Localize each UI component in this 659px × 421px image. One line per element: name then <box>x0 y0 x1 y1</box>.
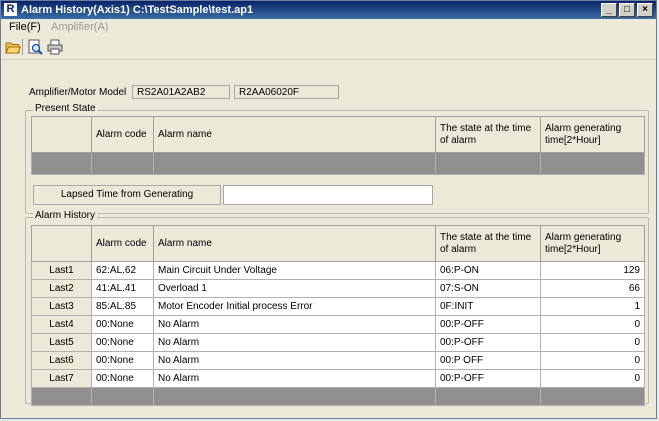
alarm-time-cell: 0 <box>540 315 645 334</box>
table-row[interactable]: Last3 85:AL.85 Motor Encoder Initial pro… <box>31 297 645 316</box>
alarm-state-cell: 00:P OFF <box>435 351 541 370</box>
history-header-name[interactable]: Alarm name <box>153 225 436 262</box>
table-row[interactable]: Last5 00:None No Alarm 00:P-OFF 0 <box>31 333 645 352</box>
alarm-time-cell: 66 <box>540 279 645 298</box>
present-header-code[interactable]: Alarm code <box>91 116 154 153</box>
present-header-rowlabel <box>31 116 92 153</box>
alarm-state-cell: 07:S-ON <box>435 279 541 298</box>
row-label: Last1 <box>31 261 92 280</box>
lapsed-time-label: Lapsed Time from Generating <box>33 185 221 205</box>
alarm-time-cell: 0 <box>540 333 645 352</box>
table-row[interactable]: Last6 00:None No Alarm 00:P OFF 0 <box>31 351 645 370</box>
table-row[interactable]: Last1 62:AL.62 Main Circuit Under Voltag… <box>31 261 645 280</box>
present-header-name[interactable]: Alarm name <box>153 116 436 153</box>
table-row[interactable]: Last2 41:AL.41 Overload 1 07:S-ON 66 <box>31 279 645 298</box>
alarm-state-cell: 00:P-OFF <box>435 369 541 388</box>
alarm-code-cell: 00:None <box>91 369 154 388</box>
content-area: Amplifier/Motor Model RS2A01A2AB2 R2AA06… <box>1 60 656 418</box>
row-label: Last5 <box>31 333 92 352</box>
title-bar[interactable]: R Alarm History(Axis1) C:\TestSample\tes… <box>1 1 656 19</box>
toolbar-separator <box>22 39 23 55</box>
row-label: Last7 <box>31 369 92 388</box>
menu-amplifier[interactable]: Amplifier(A) <box>51 20 108 34</box>
open-folder-icon[interactable] <box>5 39 21 55</box>
minimize-button[interactable]: _ <box>601 3 617 17</box>
alarm-name-cell: No Alarm <box>153 333 436 352</box>
alarm-history-window: R Alarm History(Axis1) C:\TestSample\tes… <box>0 0 657 419</box>
alarm-name-cell: Main Circuit Under Voltage <box>153 261 436 280</box>
present-header-time[interactable]: Alarm generating time[2*Hour] <box>540 116 645 153</box>
row-label: Last3 <box>31 297 92 316</box>
alarm-state-cell: 00:P-OFF <box>435 333 541 352</box>
alarm-code-cell: 00:None <box>91 351 154 370</box>
menu-file[interactable]: File(F) <box>9 20 41 34</box>
alarm-state-cell: 00:P-OFF <box>435 315 541 334</box>
present-state-table: Alarm code Alarm name The state at the t… <box>31 116 645 175</box>
maximize-button[interactable]: □ <box>619 3 635 17</box>
alarm-code-cell: 41:AL.41 <box>91 279 154 298</box>
history-header-time[interactable]: Alarm generating time[2*Hour] <box>540 225 645 262</box>
motor-model-field: R2AA06020F <box>234 85 339 99</box>
alarm-name-cell: Motor Encoder Initial process Error <box>153 297 436 316</box>
alarm-state-cell: 0F:INIT <box>435 297 541 316</box>
toolbar <box>1 35 656 60</box>
alarm-time-cell: 0 <box>540 351 645 370</box>
present-state-empty-row <box>31 152 645 175</box>
row-label: Last6 <box>31 351 92 370</box>
alarm-code-cell: 85:AL.85 <box>91 297 154 316</box>
history-header-rowlabel <box>31 225 92 262</box>
alarm-code-cell: 00:None <box>91 315 154 334</box>
menu-bar: File(F) Amplifier(A) <box>1 19 656 35</box>
alarm-name-cell: No Alarm <box>153 351 436 370</box>
window-title: Alarm History(Axis1) C:\TestSample\test.… <box>21 4 254 16</box>
alarm-name-cell: Overload 1 <box>153 279 436 298</box>
history-empty-row <box>31 387 645 406</box>
table-row[interactable]: Last7 00:None No Alarm 00:P-OFF 0 <box>31 369 645 388</box>
print-preview-icon[interactable] <box>27 39 43 55</box>
close-button[interactable]: × <box>637 3 653 17</box>
present-header-state[interactable]: The state at the time of alarm <box>435 116 541 153</box>
alarm-code-cell: 00:None <box>91 333 154 352</box>
alarm-name-cell: No Alarm <box>153 315 436 334</box>
alarm-name-cell: No Alarm <box>153 369 436 388</box>
alarm-time-cell: 1 <box>540 297 645 316</box>
history-header-state[interactable]: The state at the time of alarm <box>435 225 541 262</box>
alarm-state-cell: 06:P-ON <box>435 261 541 280</box>
alarm-history-legend: Alarm History <box>33 210 98 222</box>
alarm-code-cell: 62:AL.62 <box>91 261 154 280</box>
row-label: Last4 <box>31 315 92 334</box>
app-icon[interactable]: R <box>4 3 17 16</box>
row-label: Last2 <box>31 279 92 298</box>
history-header-code[interactable]: Alarm code <box>91 225 154 262</box>
lapsed-time-field <box>223 185 433 205</box>
alarm-time-cell: 129 <box>540 261 645 280</box>
print-icon[interactable] <box>47 39 63 55</box>
table-row[interactable]: Last4 00:None No Alarm 00:P-OFF 0 <box>31 315 645 334</box>
alarm-time-cell: 0 <box>540 369 645 388</box>
alarm-history-table: Alarm code Alarm name The state at the t… <box>31 225 645 406</box>
present-state-legend: Present State <box>33 103 98 115</box>
amplifier-model-field: RS2A01A2AB2 <box>132 85 230 99</box>
model-label: Amplifier/Motor Model <box>29 87 127 98</box>
